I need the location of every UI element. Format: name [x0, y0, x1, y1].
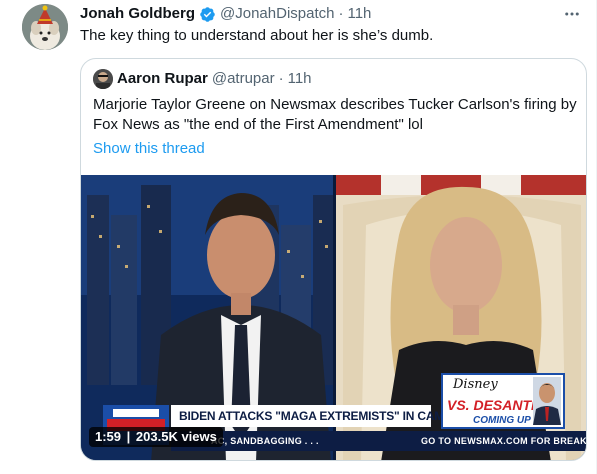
- video-player[interactable]: BIDEN ATTACKS "MAGA EXTREMISTS" IN CAMPA…: [81, 175, 587, 460]
- video-views: 203.5K views: [135, 429, 217, 444]
- badge-separator: |: [126, 429, 131, 444]
- ticker-left-text: AC, SANDBAGGING . . .: [211, 436, 319, 446]
- coming-up-promo: Disney VS. DESANTIS COMING UP: [441, 373, 565, 429]
- author-handle[interactable]: @JonahDispatch: [220, 4, 334, 24]
- tweet-card[interactable]: Jonah Goldberg @JonahDispatch · 11h The …: [0, 0, 597, 474]
- quote-author-name[interactable]: Aaron Rupar: [117, 69, 208, 89]
- tweet-header: Jonah Goldberg @JonahDispatch · 11h: [80, 4, 371, 24]
- news-ticker: AC, SANDBAGGING . . . GO TO NEWSMAX.COM …: [171, 431, 587, 451]
- quote-text: Marjorie Taylor Greene on Newsmax descri…: [93, 96, 577, 133]
- chyron-headline: BIDEN ATTACKS "MAGA EXTREMISTS" IN CAMPA…: [171, 405, 500, 427]
- promo-subtitle: COMING UP: [473, 415, 531, 426]
- video-duration-views: 1:59 | 203.5K views: [89, 427, 223, 447]
- video-duration: 1:59: [95, 429, 122, 444]
- verified-badge-icon: [200, 6, 215, 22]
- tweet-text: The key thing to understand about her is…: [80, 27, 434, 44]
- quoted-tweet[interactable]: Aaron Rupar @atrupar · 11h Marjorie Tayl…: [80, 58, 587, 461]
- author-avatar[interactable]: [22, 4, 68, 50]
- separator-dot: ·: [338, 5, 344, 22]
- ellipsis-icon[interactable]: [562, 4, 582, 24]
- promo-title: VS. DESANTIS: [447, 397, 545, 413]
- promo-portrait: [533, 377, 561, 425]
- show-thread-link[interactable]: Show this thread: [93, 139, 205, 159]
- quote-separator-dot: ·: [278, 70, 284, 87]
- author-name[interactable]: Jonah Goldberg: [80, 4, 195, 24]
- promo-brand: Disney: [453, 377, 498, 392]
- ticker-right-text: GO TO NEWSMAX.COM FOR BREAKING NEWS . . …: [421, 436, 587, 446]
- tweet-timestamp[interactable]: 11h: [347, 4, 371, 24]
- quote-author-handle[interactable]: @atrupar: [212, 69, 275, 89]
- quote-author-avatar[interactable]: [93, 69, 113, 89]
- quote-timestamp[interactable]: 11h: [288, 69, 312, 89]
- quote-header: Aaron Rupar @atrupar · 11h: [93, 69, 312, 89]
